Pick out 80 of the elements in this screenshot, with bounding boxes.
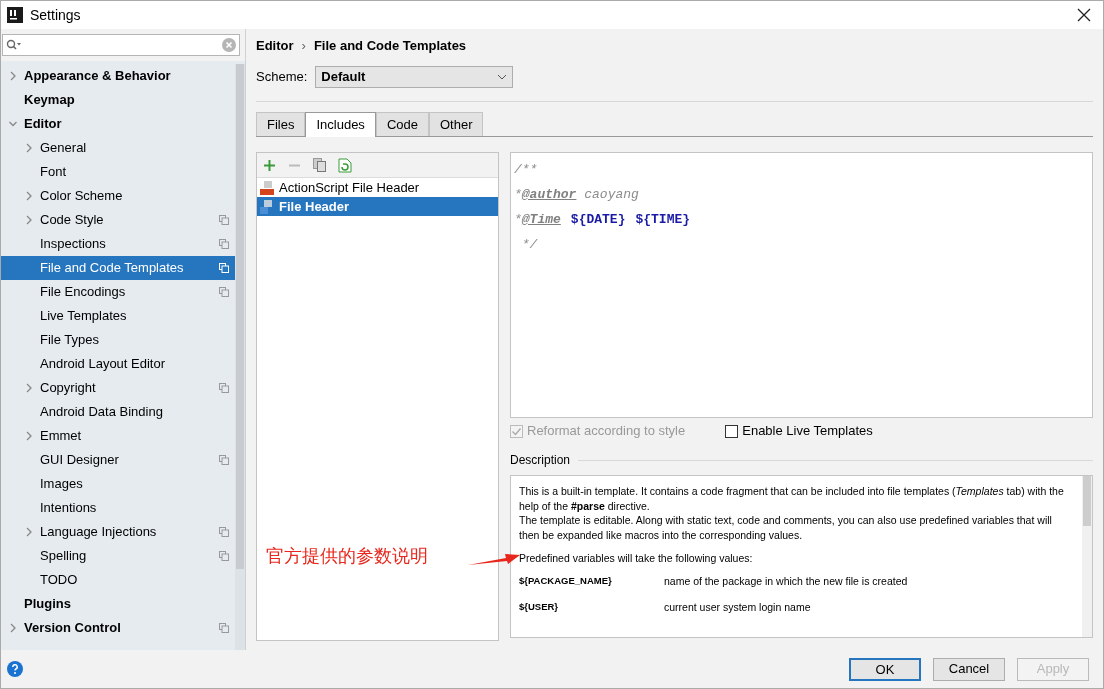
sidebar-item[interactable]: TODO <box>1 568 235 592</box>
tab[interactable]: Other <box>428 112 484 136</box>
annotation-text: 官方提供的参数说明 <box>266 545 428 568</box>
reset-icon[interactable] <box>338 157 352 173</box>
template-item[interactable]: File Header <box>257 197 498 216</box>
sidebar-item[interactable]: Spelling <box>1 544 235 568</box>
sidebar-item[interactable]: Emmet <box>1 424 235 448</box>
tab[interactable]: Includes <box>305 112 376 137</box>
scheme-label: Scheme: <box>256 68 308 87</box>
variable-name: ${PACKAGE_NAME} <box>519 573 613 588</box>
variable-description: name of the package in which the new file is created <box>664 573 908 589</box>
clear-icon[interactable] <box>222 38 236 52</box>
sidebar-item[interactable]: File and Code Templates <box>1 256 235 280</box>
checkbox-option[interactable]: Enable Live Templates <box>725 421 873 441</box>
sidebar-item[interactable]: Version Control <box>1 616 235 640</box>
sidebar-item[interactable]: Code Style <box>1 208 235 232</box>
sidebar-item[interactable]: Color Scheme <box>1 184 235 208</box>
dialog-button[interactable]: Cancel <box>933 657 1005 681</box>
scrollbar[interactable] <box>235 64 245 650</box>
scheme-dropdown[interactable]: Default <box>315 66 514 88</box>
code-line: */ <box>520 235 539 254</box>
annotation-arrow <box>468 552 520 566</box>
sidebar-item[interactable]: Inspections <box>1 232 235 256</box>
search-field[interactable] <box>2 34 240 56</box>
breadcrumb-item[interactable]: Editor <box>256 36 294 56</box>
tab[interactable]: Code <box>375 112 429 136</box>
sidebar-item[interactable]: Android Layout Editor <box>1 352 235 376</box>
window-title: Settings <box>30 5 81 25</box>
search-icon <box>6 39 22 51</box>
checkbox[interactable] <box>725 424 739 438</box>
sidebar-item[interactable]: Copyright <box>1 376 235 400</box>
add-icon[interactable] <box>263 158 276 172</box>
description-heading: Description <box>510 452 571 469</box>
description-text: Predefined variables will take the following values: <box>519 551 754 566</box>
caret-icon <box>497 74 508 80</box>
description-text: This is a built-in template. It contains a code fragment that can be included into file templates (Templates tab) with the help of the #parse directive. <box>519 484 1065 513</box>
copy-icon[interactable] <box>313 158 326 172</box>
chevron-down-icon[interactable] <box>9 119 17 129</box>
chevron-right-icon[interactable] <box>25 431 33 441</box>
chevron-right-icon[interactable] <box>9 623 17 633</box>
chevron-right-icon[interactable] <box>9 71 17 81</box>
sidebar-item[interactable]: Images <box>1 472 235 496</box>
help-icon[interactable] <box>7 661 23 677</box>
sidebar-item[interactable]: Editor <box>1 112 235 136</box>
sidebar-item[interactable]: Language Injections <box>1 520 235 544</box>
sidebar-item[interactable]: File Types <box>1 328 235 352</box>
dialog-button: Apply <box>1017 657 1089 681</box>
sidebar-item[interactable]: Intentions <box>1 496 235 520</box>
chevron-right-icon[interactable] <box>25 383 33 393</box>
close-icon[interactable] <box>1077 8 1091 22</box>
app-logo-icon <box>7 7 23 23</box>
code-line: *@author caoyang <box>514 185 640 204</box>
description-text: The template is editable. Along with static text, code and comments, you can also use predefined variables that will then be expanded like macros into the corresponding values. <box>519 513 1053 542</box>
variable-name: ${USER} <box>519 599 560 614</box>
sidebar-item[interactable]: Appearance & Behavior <box>1 64 235 88</box>
dialog-button[interactable]: OK <box>849 657 921 681</box>
sidebar-item[interactable]: Font <box>1 160 235 184</box>
chevron-right-icon[interactable] <box>25 527 33 537</box>
sidebar-item[interactable]: Live Templates <box>1 304 235 328</box>
chevron-right-icon[interactable] <box>25 143 33 153</box>
sidebar-item[interactable]: Android Data Binding <box>1 400 235 424</box>
sidebar-item[interactable]: Keymap <box>1 88 235 112</box>
chevron-right-icon[interactable] <box>25 215 33 225</box>
variable-description: current user system login name <box>664 599 811 615</box>
breadcrumb-separator: › <box>301 37 306 56</box>
sidebar-item[interactable]: GUI Designer <box>1 448 235 472</box>
scrollbar[interactable] <box>1082 476 1092 637</box>
checkbox-option: Reformat according to style <box>510 421 686 441</box>
actionscript-file-icon <box>259 179 275 196</box>
sidebar-item[interactable]: File Encodings <box>1 280 235 304</box>
template-item[interactable]: ActionScript File Header <box>257 178 498 197</box>
sidebar-item[interactable]: General <box>1 136 235 160</box>
file-template-icon <box>259 198 275 215</box>
breadcrumb-item[interactable]: File and Code Templates <box>313 36 467 56</box>
sidebar-item[interactable]: Plugins <box>1 592 235 616</box>
code-line: *@Time ${DATE} ${TIME} <box>514 210 692 229</box>
chevron-right-icon[interactable] <box>25 191 33 201</box>
code-editor[interactable]: /** *@author caoyang *@Time ${DATE} ${TIME} */ <box>510 152 1093 418</box>
tab[interactable]: Files <box>256 112 306 136</box>
code-line: /** <box>514 160 539 179</box>
